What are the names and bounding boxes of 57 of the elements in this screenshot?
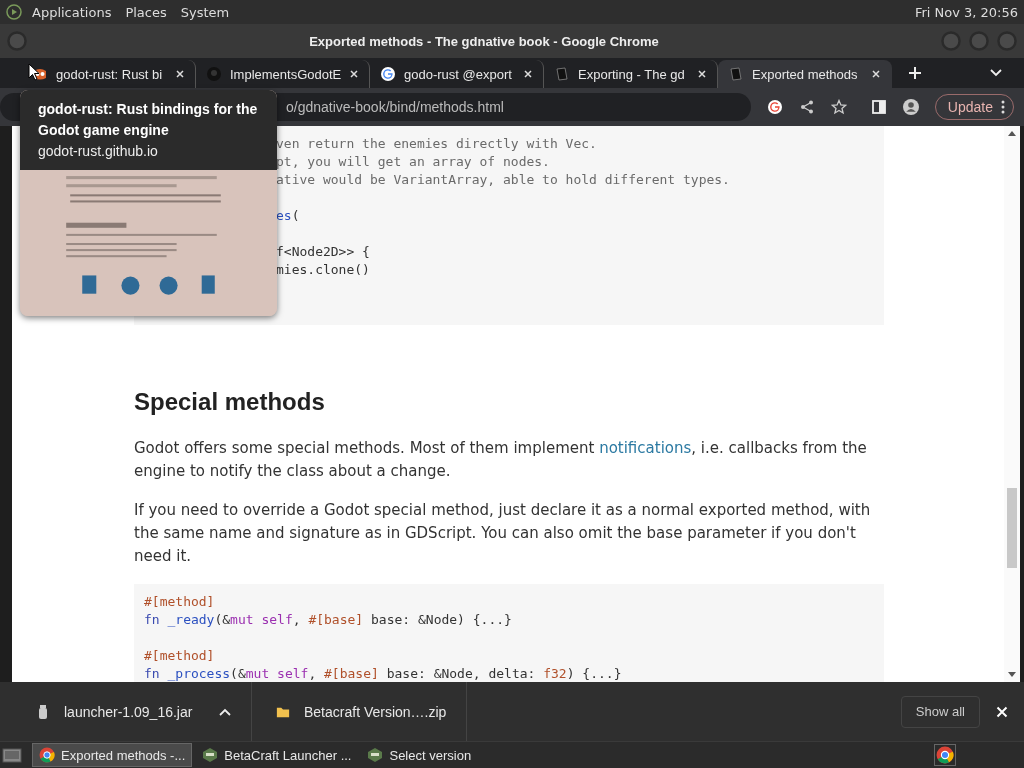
file-icon: [36, 703, 50, 720]
share-icon[interactable]: [798, 99, 815, 115]
close-tab-icon[interactable]: [349, 69, 359, 79]
code-line: pt, you will get an array of nodes.: [276, 153, 551, 171]
panel-menu[interactable]: Applications: [32, 4, 112, 20]
code-line: ven return the enemies directly with Vec.: [276, 135, 598, 153]
paragraph: Godot offers some special methods. Most of them implement notifications, i.e. callbacks from the engine to notify the class about a change.: [134, 438, 868, 482]
profile-icon[interactable]: [902, 99, 919, 115]
chrome-icon: [39, 747, 55, 763]
taskbar-button[interactable]: Exported methods -...: [32, 743, 193, 767]
side-panel-icon[interactable]: [870, 99, 887, 115]
tooltip-url: godot-rust.github.io: [38, 142, 159, 161]
close-tab-icon[interactable]: [697, 69, 707, 79]
paragraph: If you need to override a Godot special method, just declare it as a normal exported method, with the same name and signature as in GDScript. You can also omit the base parameter if you don't need it.: [134, 500, 872, 567]
taskbar-button[interactable]: Select version: [361, 743, 512, 767]
google-icon[interactable]: [766, 99, 783, 115]
panel-menu[interactable]: Places: [125, 4, 167, 20]
close-tab-icon[interactable]: [175, 69, 185, 79]
scroll-down-icon[interactable]: [1008, 672, 1016, 678]
code-line: #[method]: [144, 593, 216, 611]
show-desktop-icon[interactable]: [2, 747, 22, 763]
code-line: fn _process(&mut self, #[base] base: &Node, delta: f32) {...}: [144, 665, 623, 682]
notifications-link[interactable]: notifications: [599, 439, 692, 457]
close-tab-icon[interactable]: [871, 69, 881, 79]
mouse-cursor-icon: [28, 63, 40, 81]
clock[interactable]: Fri Nov 3, 20:56: [914, 4, 1018, 20]
scrollbar-thumb[interactable]: [1007, 488, 1017, 568]
scroll-up-icon[interactable]: [1008, 130, 1016, 136]
code-line: ative would be VariantArray, able to hold different types.: [276, 171, 731, 189]
star-icon[interactable]: [830, 99, 847, 115]
panel-menu[interactable]: System: [180, 4, 230, 20]
scrollbar[interactable]: [1004, 126, 1020, 682]
new-tab-icon[interactable]: [908, 66, 922, 80]
show-all-button[interactable]: Show all: [900, 695, 980, 728]
code-line: mies.clone(): [276, 261, 371, 279]
caret-up-icon[interactable]: [219, 707, 231, 716]
book-icon: [554, 66, 570, 82]
update-button[interactable]: Update: [934, 94, 1014, 120]
book-icon: [728, 66, 744, 82]
app-icon: [367, 747, 384, 763]
chevron-down-icon[interactable]: [990, 69, 1002, 77]
chrome-icon[interactable]: [934, 744, 956, 766]
code-line: es(: [276, 207, 301, 225]
code-line: f<Node2D>> {: [276, 243, 371, 261]
more-icon[interactable]: [1001, 100, 1005, 114]
browser-tab[interactable]: Exported methods: [718, 60, 892, 88]
code-line: #[method]: [144, 647, 216, 665]
close-tab-icon[interactable]: [523, 69, 533, 79]
taskbar-button[interactable]: BetaCraft Launcher ...: [196, 743, 358, 767]
window-title: Exported methods - The gdnative book - Google Chrome: [308, 33, 660, 49]
google-icon: [380, 66, 396, 82]
close-icon[interactable]: [996, 705, 1008, 718]
section-heading: Special methods: [134, 387, 326, 417]
app-icon: [202, 747, 219, 763]
github-icon: [206, 66, 222, 82]
code-line: fn _ready(&mut self, #[base] base: &Node) {...}: [144, 611, 513, 629]
menu-logo-icon[interactable]: [6, 4, 22, 20]
